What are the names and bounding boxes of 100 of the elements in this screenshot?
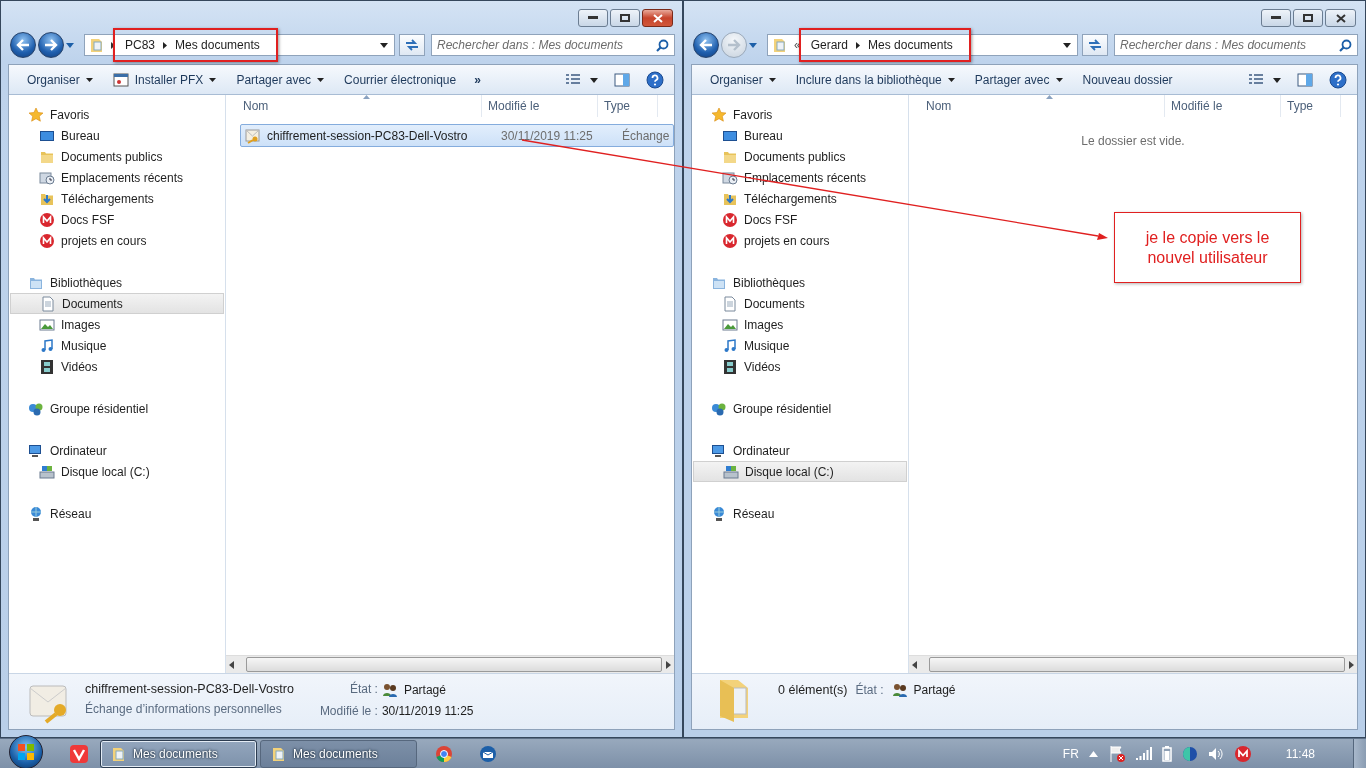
start-button[interactable] (9, 734, 43, 768)
toolbar-menu-button[interactable]: Installer PFX (104, 67, 225, 92)
signal-icon[interactable] (1135, 746, 1152, 761)
more-button[interactable]: » (468, 68, 487, 91)
chevron-icon[interactable] (856, 41, 861, 49)
column-header[interactable]: Type (598, 95, 658, 117)
sidebar-item[interactable]: Bureau (693, 125, 907, 146)
column-header[interactable]: Modifié le (1165, 95, 1281, 117)
breadcrumb-item[interactable]: Gerard (810, 38, 849, 52)
sidebar-item[interactable]: Documents (693, 293, 907, 314)
sidebar-item[interactable]: projets en cours (693, 230, 907, 251)
search-field[interactable]: Rechercher dans : Mes documents (431, 34, 675, 56)
sidebar-item[interactable]: Téléchargements (10, 188, 224, 209)
show-desktop-button[interactable] (1353, 739, 1366, 768)
sidebar-item[interactable]: Groupe résidentiel (10, 398, 224, 419)
close-button[interactable] (642, 9, 673, 27)
m-logo-icon[interactable] (1233, 744, 1252, 763)
sidebar-item[interactable]: Groupe résidentiel (693, 398, 907, 419)
show-hidden-icons-icon[interactable] (1088, 750, 1098, 757)
close-button[interactable] (1325, 9, 1356, 27)
dropdown-caret-icon[interactable] (1063, 42, 1071, 48)
toolbar-button[interactable]: Courrier électronique (336, 68, 465, 91)
back-button[interactable] (10, 32, 36, 58)
minimize-button[interactable] (1261, 9, 1291, 27)
view-options-icon[interactable] (1249, 73, 1281, 86)
chevron-icon[interactable] (163, 41, 168, 49)
toolbar-menu-button[interactable]: Organiser (702, 68, 784, 91)
column-header[interactable]: Modifié le (482, 95, 598, 117)
sidebar-item[interactable]: Bibliothèques (693, 272, 907, 293)
preview-pane-icon[interactable] (614, 72, 630, 87)
toolbar-menu-button[interactable]: Organiser (19, 68, 101, 91)
chevron-icon[interactable] (111, 41, 115, 49)
sidebar-item[interactable]: Disque local (C:) (10, 461, 224, 482)
sidebar-item[interactable]: Docs FSF (10, 209, 224, 230)
breadcrumb-item[interactable]: Mes documents (868, 38, 953, 52)
circle-logo-icon[interactable] (1181, 745, 1198, 762)
sidebar-item[interactable]: Bibliothèques (10, 272, 224, 293)
browser-icon[interactable] (435, 744, 453, 763)
v-logo-icon[interactable] (70, 744, 88, 763)
sidebar-item[interactable]: Réseau (10, 503, 224, 524)
sidebar-item[interactable]: Favoris (10, 104, 224, 125)
sidebar-item[interactable]: Emplacements récents (10, 167, 224, 188)
dropdown-caret-icon[interactable] (380, 42, 388, 48)
forward-button[interactable] (38, 32, 64, 58)
column-header[interactable]: Type (1281, 95, 1341, 117)
m-logo-icon (39, 232, 55, 249)
sidebar-item[interactable]: Documents publics (693, 146, 907, 167)
battery-icon[interactable] (1161, 745, 1172, 762)
caret-icon (947, 77, 955, 82)
sidebar-item[interactable]: Images (693, 314, 907, 335)
sidebar-item[interactable]: Documents (10, 293, 224, 314)
images-icon (39, 316, 55, 333)
history-caret-icon[interactable] (66, 42, 74, 48)
sidebar-item[interactable]: Réseau (693, 503, 907, 524)
address-bar[interactable]: PC83 Mes documents (84, 34, 395, 56)
history-caret-icon[interactable] (749, 42, 757, 48)
sidebar-item[interactable]: Bureau (10, 125, 224, 146)
maximize-button[interactable] (610, 9, 640, 27)
sidebar-item[interactable]: Musique (693, 335, 907, 356)
horizontal-scrollbar[interactable] (909, 655, 1357, 673)
mail-bird-icon[interactable] (479, 744, 497, 763)
view-options-icon[interactable] (566, 73, 598, 86)
sidebar-item[interactable]: Ordinateur (693, 440, 907, 461)
sidebar-item[interactable]: Favoris (693, 104, 907, 125)
scroll-left-icon[interactable] (228, 660, 236, 669)
toolbar-menu-button[interactable]: Partager avec (966, 68, 1071, 91)
flag-icon[interactable] (1107, 744, 1126, 763)
toolbar-button[interactable]: Nouveau dossier (1074, 68, 1181, 91)
scroll-left-icon[interactable] (911, 660, 919, 669)
minimize-button[interactable] (578, 9, 608, 27)
toolbar-menu-button[interactable]: Partager avec (228, 68, 333, 91)
taskbar-button[interactable]: Mes documents (260, 739, 417, 768)
sidebar-item[interactable]: Disque local (C:) (693, 461, 907, 482)
search-field[interactable]: Rechercher dans : Mes documents (1114, 34, 1358, 56)
sidebar-item[interactable]: projets en cours (10, 230, 224, 251)
images-icon (722, 316, 738, 333)
toolbar-menu-button[interactable]: Inclure dans la bibliothèque (787, 68, 963, 91)
refresh-button[interactable] (1082, 34, 1108, 56)
breadcrumb-item[interactable]: Mes documents (175, 38, 260, 52)
maximize-button[interactable] (1293, 9, 1323, 27)
sidebar-item[interactable]: Téléchargements (693, 188, 907, 209)
left-arrow-icon (16, 39, 30, 51)
help-icon[interactable] (1329, 70, 1347, 89)
horizontal-scrollbar[interactable] (226, 655, 674, 673)
sidebar-item[interactable]: Emplacements récents (693, 167, 907, 188)
refresh-button[interactable] (399, 34, 425, 56)
help-icon[interactable] (646, 70, 664, 89)
file-row[interactable]: chiffrement-session-PC83-Dell-Vostro 30/11/2019 11:25 Échange (240, 124, 674, 147)
preview-pane-icon[interactable] (1297, 72, 1313, 87)
sidebar-item[interactable]: Images (10, 314, 224, 335)
sidebar-item[interactable]: Vidéos (10, 356, 224, 377)
sidebar-item[interactable]: Musique (10, 335, 224, 356)
sidebar-item[interactable]: Vidéos (693, 356, 907, 377)
sidebar-item[interactable]: Ordinateur (10, 440, 224, 461)
breadcrumb-item[interactable]: PC83 (125, 38, 156, 52)
star-icon (28, 106, 44, 123)
back-button[interactable] (693, 32, 719, 58)
search-icon (1339, 38, 1352, 52)
sidebar-item[interactable]: Docs FSF (693, 209, 907, 230)
sidebar-item[interactable]: Documents publics (10, 146, 224, 167)
